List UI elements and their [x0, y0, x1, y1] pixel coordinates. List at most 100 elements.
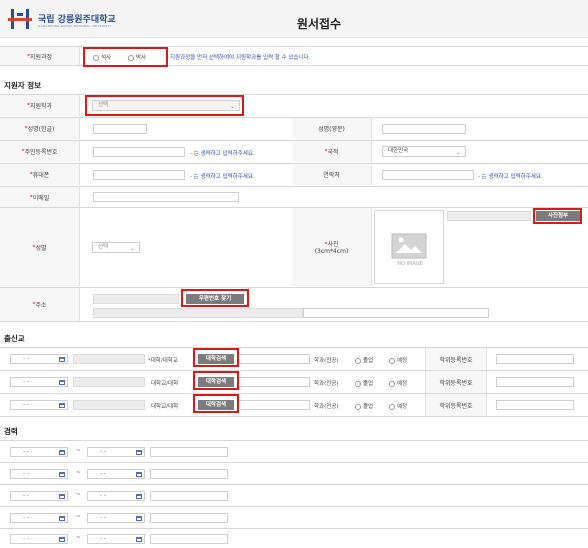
date-separator: ~: [76, 470, 81, 476]
career-detail-input[interactable]: [150, 469, 228, 479]
edu-expected-radio[interactable]: 예정: [389, 402, 407, 410]
edu-degree-label: 학위등록번호: [425, 371, 487, 393]
edu-expected-radio[interactable]: 예정: [389, 356, 407, 364]
calendar-icon[interactable]: [136, 537, 142, 542]
education-section-title: 출신교: [4, 334, 25, 343]
edu-school-field: [73, 354, 145, 364]
address-label: * 주소: [0, 288, 80, 321]
calendar-icon[interactable]: [59, 450, 65, 455]
career-detail-input[interactable]: [150, 534, 228, 544]
name-en-label: 성명(영문): [292, 118, 372, 139]
mobile-input[interactable]: [93, 170, 185, 180]
calendar-icon[interactable]: [136, 450, 142, 455]
zipcode-input[interactable]: [93, 294, 179, 304]
calendar-icon[interactable]: [59, 537, 65, 542]
education-row: - - *대학/대학교 대학검색 학과(전공) 졸업 예정 학위등록번호: [0, 347, 588, 370]
career-row: - - ~ - -: [0, 506, 588, 528]
edu-school-label: *대학/대학교: [148, 358, 178, 364]
edu-date-input[interactable]: - -: [10, 354, 68, 364]
edu-school-name-input[interactable]: [238, 400, 310, 410]
no-image-text: NO IMAGE: [397, 261, 423, 267]
school-search-highlight: [193, 371, 239, 390]
course-highlight: [83, 47, 168, 67]
edu-date-input[interactable]: - -: [10, 400, 68, 410]
name-row: * 성명(한글) 성명(영문): [0, 117, 588, 139]
career-end-date[interactable]: - -: [87, 447, 145, 457]
calendar-icon[interactable]: [59, 494, 65, 499]
career-row: - - ~ - -: [0, 440, 588, 462]
edu-degree-label: 학위등록번호: [425, 394, 487, 416]
edu-degree-input[interactable]: [496, 400, 574, 410]
photo-file-field[interactable]: [447, 211, 531, 221]
calendar-icon[interactable]: [59, 357, 65, 362]
career-end-date[interactable]: - -: [87, 469, 145, 479]
edu-degree-input[interactable]: [496, 377, 574, 387]
nationality-select[interactable]: 대한민국 ⌄: [382, 146, 466, 157]
dept-label: * 지원학과: [0, 95, 80, 116]
education-row: - - 대학교/대학 대학검색 학과(전공) 졸업 예정 학위등록번호: [0, 393, 588, 417]
calendar-icon[interactable]: [136, 494, 142, 499]
edu-school-field: [73, 400, 145, 410]
school-search-highlight: [193, 394, 239, 413]
edu-degree-input[interactable]: [496, 354, 574, 364]
calendar-icon[interactable]: [59, 380, 65, 385]
photo-preview: NO IMAGE: [374, 210, 444, 284]
career-detail-input[interactable]: [150, 491, 228, 501]
edu-date-input[interactable]: - -: [10, 377, 68, 387]
career-start-date[interactable]: - -: [10, 447, 68, 457]
course-label: * 지원과정: [0, 47, 80, 65]
career-start-date[interactable]: - -: [10, 491, 68, 501]
date-separator: ~: [76, 448, 81, 454]
calendar-icon[interactable]: [136, 516, 142, 521]
edu-school-name-input[interactable]: [238, 354, 310, 364]
photo-label: *사진 (3cm*4cm): [292, 208, 372, 286]
nationality-label: * 국적: [292, 141, 372, 162]
rrn-label: * 주민등록번호: [0, 141, 80, 162]
school-search-highlight: [193, 348, 239, 367]
calendar-icon[interactable]: [59, 472, 65, 477]
calendar-icon[interactable]: [59, 403, 65, 408]
contact-input[interactable]: [382, 170, 474, 180]
edu-graduated-radio[interactable]: 졸업: [355, 356, 373, 364]
gender-photo-row: * 성별 선택 ⌄ *사진 (3cm*4cm) NO IMAGE 사진첨부: [0, 207, 588, 286]
address-input[interactable]: [93, 308, 303, 318]
chevron-down-icon: ⌄: [455, 149, 461, 156]
career-start-date[interactable]: - -: [10, 534, 68, 544]
career-detail-input[interactable]: [150, 513, 228, 523]
edu-school-label: 대학교/대학: [151, 381, 179, 387]
rrn-hint: - 는 생략하고 입력하주세요.: [190, 151, 255, 157]
edu-graduated-radio[interactable]: 졸업: [355, 402, 373, 410]
email-label: * 이메일: [0, 187, 80, 207]
career-detail-input[interactable]: [150, 447, 228, 457]
address-detail-input[interactable]: [303, 308, 489, 318]
edu-major-label: 학과(전공): [314, 381, 339, 387]
email-input[interactable]: [93, 192, 239, 202]
name-en-input[interactable]: [382, 124, 466, 134]
career-end-date[interactable]: - -: [87, 534, 145, 544]
chevron-down-icon: ⌄: [129, 245, 135, 252]
email-row: * 이메일: [0, 186, 588, 207]
education-row: - - 대학교/대학 대학검색 학과(전공) 졸업 예정 학위등록번호: [0, 370, 588, 393]
career-row: - - ~ - -: [0, 528, 588, 548]
edu-graduated-radio[interactable]: 졸업: [355, 379, 373, 387]
edu-school-field: [73, 377, 145, 387]
career-end-date[interactable]: - -: [87, 491, 145, 501]
edu-expected-radio[interactable]: 예정: [389, 379, 407, 387]
edu-school-name-input[interactable]: [238, 377, 310, 387]
page-header: 국립 강릉원주대학교 GANGNEUNG-WONJU NATIONAL UNIV…: [0, 0, 588, 38]
name-ko-input[interactable]: [93, 124, 147, 134]
career-section-title: 경력: [4, 427, 18, 436]
applicant-section-title: 지원자 정보: [4, 81, 42, 90]
gender-select[interactable]: 선택 ⌄: [92, 242, 140, 253]
career-start-date[interactable]: - -: [10, 513, 68, 523]
rrn-input[interactable]: [93, 147, 185, 157]
calendar-icon[interactable]: [136, 472, 142, 477]
date-separator: ~: [76, 535, 81, 541]
career-start-date[interactable]: - -: [10, 469, 68, 479]
calendar-icon[interactable]: [59, 516, 65, 521]
edu-major-label: 학과(전공): [314, 358, 339, 364]
career-row: - - ~ - -: [0, 462, 588, 484]
contact-hint: - 는 생략하고 입력하주세요.: [478, 174, 543, 180]
career-end-date[interactable]: - -: [87, 513, 145, 523]
course-hint: 지원과정을 먼저 선택하여야 지원학과를 입력 할 수 있습니다.: [170, 55, 311, 61]
